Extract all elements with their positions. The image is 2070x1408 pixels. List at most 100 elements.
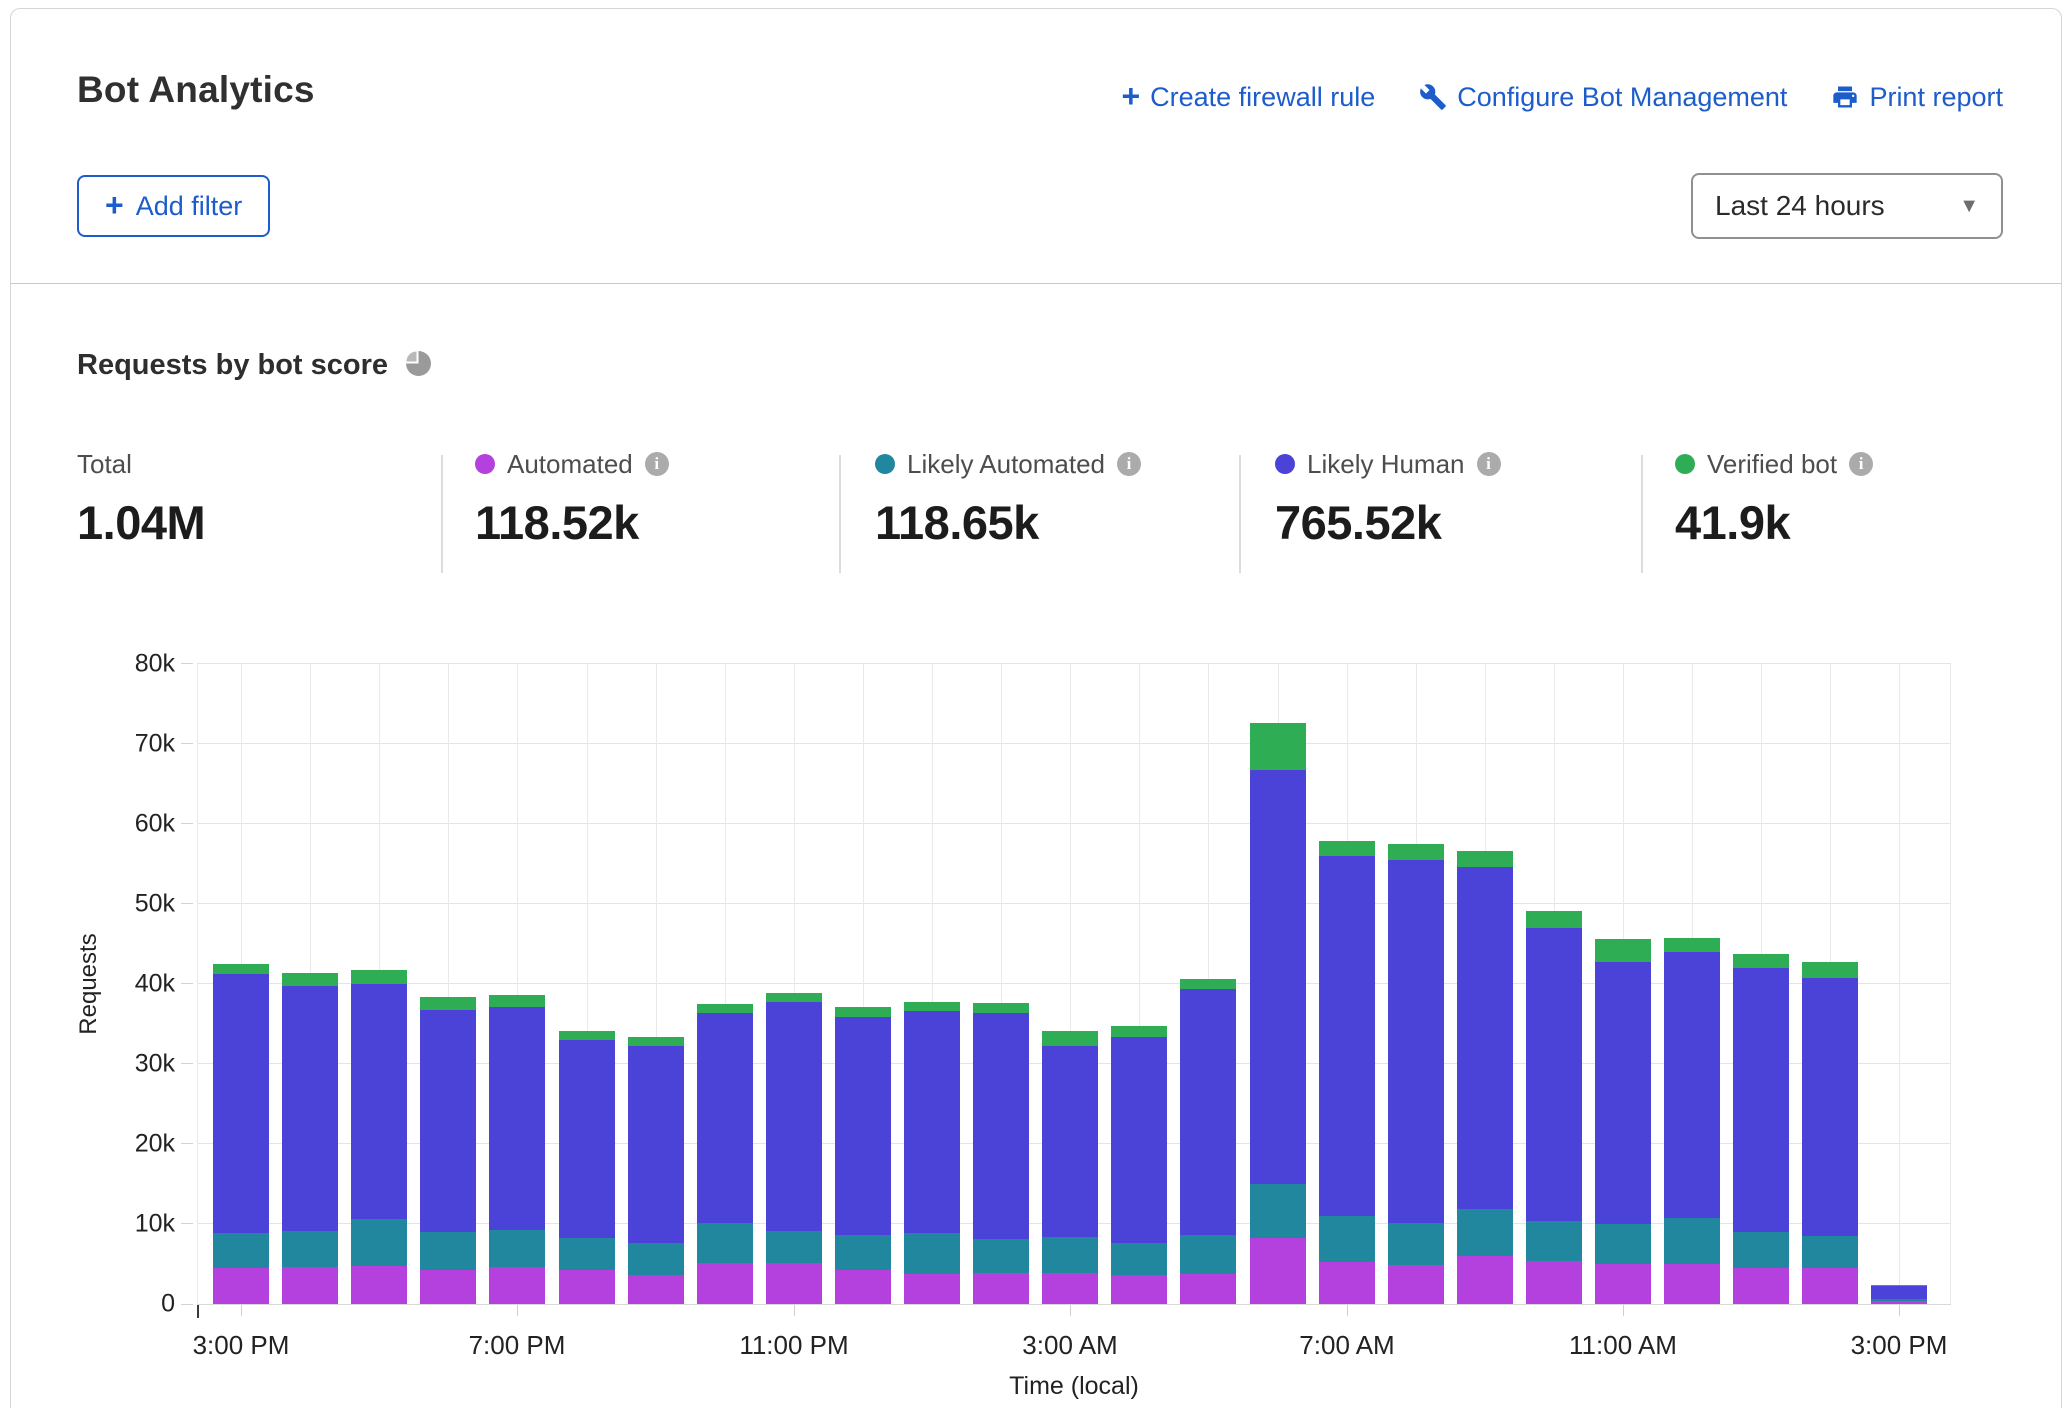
info-icon[interactable]: i	[1117, 452, 1141, 476]
bar-5-00-am[interactable]	[1180, 979, 1236, 1304]
create-firewall-rule-label: Create firewall rule	[1150, 82, 1375, 113]
bar-9-00-am[interactable]	[1457, 851, 1513, 1304]
bar-segment-verified-bot	[904, 1002, 960, 1011]
bar-2-00-pm[interactable]	[1802, 962, 1858, 1304]
bar-4-00-am[interactable]	[1111, 1026, 1167, 1304]
stat-likely-human: Likely Human i 765.52k	[1275, 447, 1501, 550]
stat-value: 765.52k	[1275, 495, 1501, 550]
bar-segment-likely-automated	[489, 1230, 545, 1267]
bar-7-00-am[interactable]	[1319, 841, 1375, 1304]
bar-12-00-am[interactable]	[835, 1007, 891, 1304]
bar-segment-automated	[697, 1263, 753, 1304]
bar-segment-likely-human	[1733, 968, 1789, 1232]
bar-segment-likely-human	[766, 1002, 822, 1231]
add-filter-button[interactable]: + Add filter	[77, 175, 270, 237]
bar-segment-likely-automated	[1664, 1218, 1720, 1264]
bar-6-00-am[interactable]	[1250, 723, 1306, 1304]
header-actions: + Create firewall rule Configure Bot Man…	[1121, 81, 2003, 113]
bar-segment-verified-bot	[1250, 723, 1306, 770]
y-tick-mark	[181, 1304, 193, 1305]
bar-segment-automated	[835, 1270, 891, 1304]
bar-3-00-pm[interactable]	[1871, 1285, 1927, 1304]
bar-11-00-pm[interactable]	[766, 993, 822, 1304]
bar-segment-likely-human	[489, 1007, 545, 1230]
bar-4-00-pm[interactable]	[282, 973, 338, 1304]
bar-3-00-am[interactable]	[1042, 1031, 1098, 1304]
info-icon[interactable]: i	[645, 452, 669, 476]
x-tick-label: 3:00 AM	[1022, 1330, 1117, 1361]
create-firewall-rule-link[interactable]: + Create firewall rule	[1121, 81, 1375, 113]
bar-segment-likely-human	[628, 1046, 684, 1243]
bar-7-00-pm[interactable]	[489, 995, 545, 1304]
bar-segment-verified-bot	[1595, 939, 1651, 962]
bar-segment-likely-human	[351, 984, 407, 1219]
bar-segment-automated	[1250, 1238, 1306, 1304]
configure-bot-management-link[interactable]: Configure Bot Management	[1419, 82, 1787, 113]
bar-segment-likely-human	[973, 1013, 1029, 1239]
bar-9-00-pm[interactable]	[628, 1037, 684, 1304]
bar-segment-likely-automated	[1595, 1224, 1651, 1264]
bar-segment-likely-human	[1042, 1046, 1098, 1237]
bar-segment-automated	[420, 1270, 476, 1304]
bar-5-00-pm[interactable]	[351, 970, 407, 1304]
bar-8-00-am[interactable]	[1388, 844, 1444, 1304]
bar-segment-verified-bot	[973, 1003, 1029, 1013]
time-range-value: Last 24 hours	[1715, 190, 1885, 222]
y-tick-label: 30k	[135, 1050, 175, 1079]
x-tick-mark	[794, 1305, 795, 1316]
chevron-down-icon: ▼	[1959, 195, 1979, 218]
bar-segment-likely-human	[1319, 856, 1375, 1216]
bar-8-00-pm[interactable]	[559, 1031, 615, 1304]
gridline-horizontal	[197, 823, 1951, 824]
y-tick-label: 0	[161, 1290, 175, 1319]
bar-segment-verified-bot	[697, 1004, 753, 1013]
bar-12-00-pm[interactable]	[1664, 938, 1720, 1304]
bar-1-00-pm[interactable]	[1733, 954, 1789, 1304]
bar-segment-likely-automated	[420, 1232, 476, 1270]
x-tick-mark	[1347, 1305, 1348, 1316]
y-tick-mark	[181, 983, 193, 984]
stat-likely-automated: Likely Automated i 118.65k	[875, 447, 1141, 550]
stat-total: Total 1.04M	[77, 447, 205, 550]
bar-segment-verified-bot	[628, 1037, 684, 1046]
info-icon[interactable]: i	[1849, 452, 1873, 476]
bar-segment-verified-bot	[351, 970, 407, 984]
y-tick-mark	[181, 663, 193, 664]
print-report-label: Print report	[1869, 82, 2003, 113]
bar-3-00-pm[interactable]	[213, 964, 269, 1304]
bar-segment-likely-automated	[1733, 1232, 1789, 1268]
y-tick-mark	[181, 903, 193, 904]
bar-10-00-pm[interactable]	[697, 1004, 753, 1304]
bar-10-00-am[interactable]	[1526, 911, 1582, 1304]
bar-segment-likely-automated	[1457, 1209, 1513, 1256]
stat-value: 41.9k	[1675, 495, 1873, 550]
bar-2-00-am[interactable]	[973, 1003, 1029, 1304]
bar-segment-automated	[973, 1273, 1029, 1304]
y-tick-label: 60k	[135, 810, 175, 839]
bar-segment-verified-bot	[213, 964, 269, 974]
bar-segment-automated	[1388, 1265, 1444, 1304]
bar-segment-likely-automated	[213, 1233, 269, 1268]
stat-total-label: Total	[77, 449, 132, 480]
bar-1-00-am[interactable]	[904, 1002, 960, 1304]
x-tick-label: 7:00 PM	[469, 1330, 566, 1361]
print-report-link[interactable]: Print report	[1831, 82, 2003, 113]
y-tick-mark	[181, 1063, 193, 1064]
stat-divider	[1641, 455, 1643, 573]
legend-dot	[1675, 454, 1695, 474]
bar-segment-likely-human	[213, 974, 269, 1233]
bar-segment-likely-automated	[628, 1243, 684, 1275]
time-range-select[interactable]: Last 24 hours ▼	[1691, 173, 2003, 239]
stat-divider	[839, 455, 841, 573]
gridline-horizontal	[197, 1304, 1951, 1305]
bar-6-00-pm[interactable]	[420, 997, 476, 1304]
add-filter-label: Add filter	[136, 191, 243, 222]
info-icon[interactable]: i	[1477, 452, 1501, 476]
bar-segment-automated	[351, 1266, 407, 1304]
x-axis-title: Time (local)	[1009, 1372, 1139, 1401]
bar-11-00-am[interactable]	[1595, 939, 1651, 1304]
y-tick-label: 40k	[135, 970, 175, 999]
stat-automated: Automated i 118.52k	[475, 447, 669, 550]
bar-segment-automated	[766, 1263, 822, 1304]
bar-segment-likely-human	[1526, 928, 1582, 1221]
